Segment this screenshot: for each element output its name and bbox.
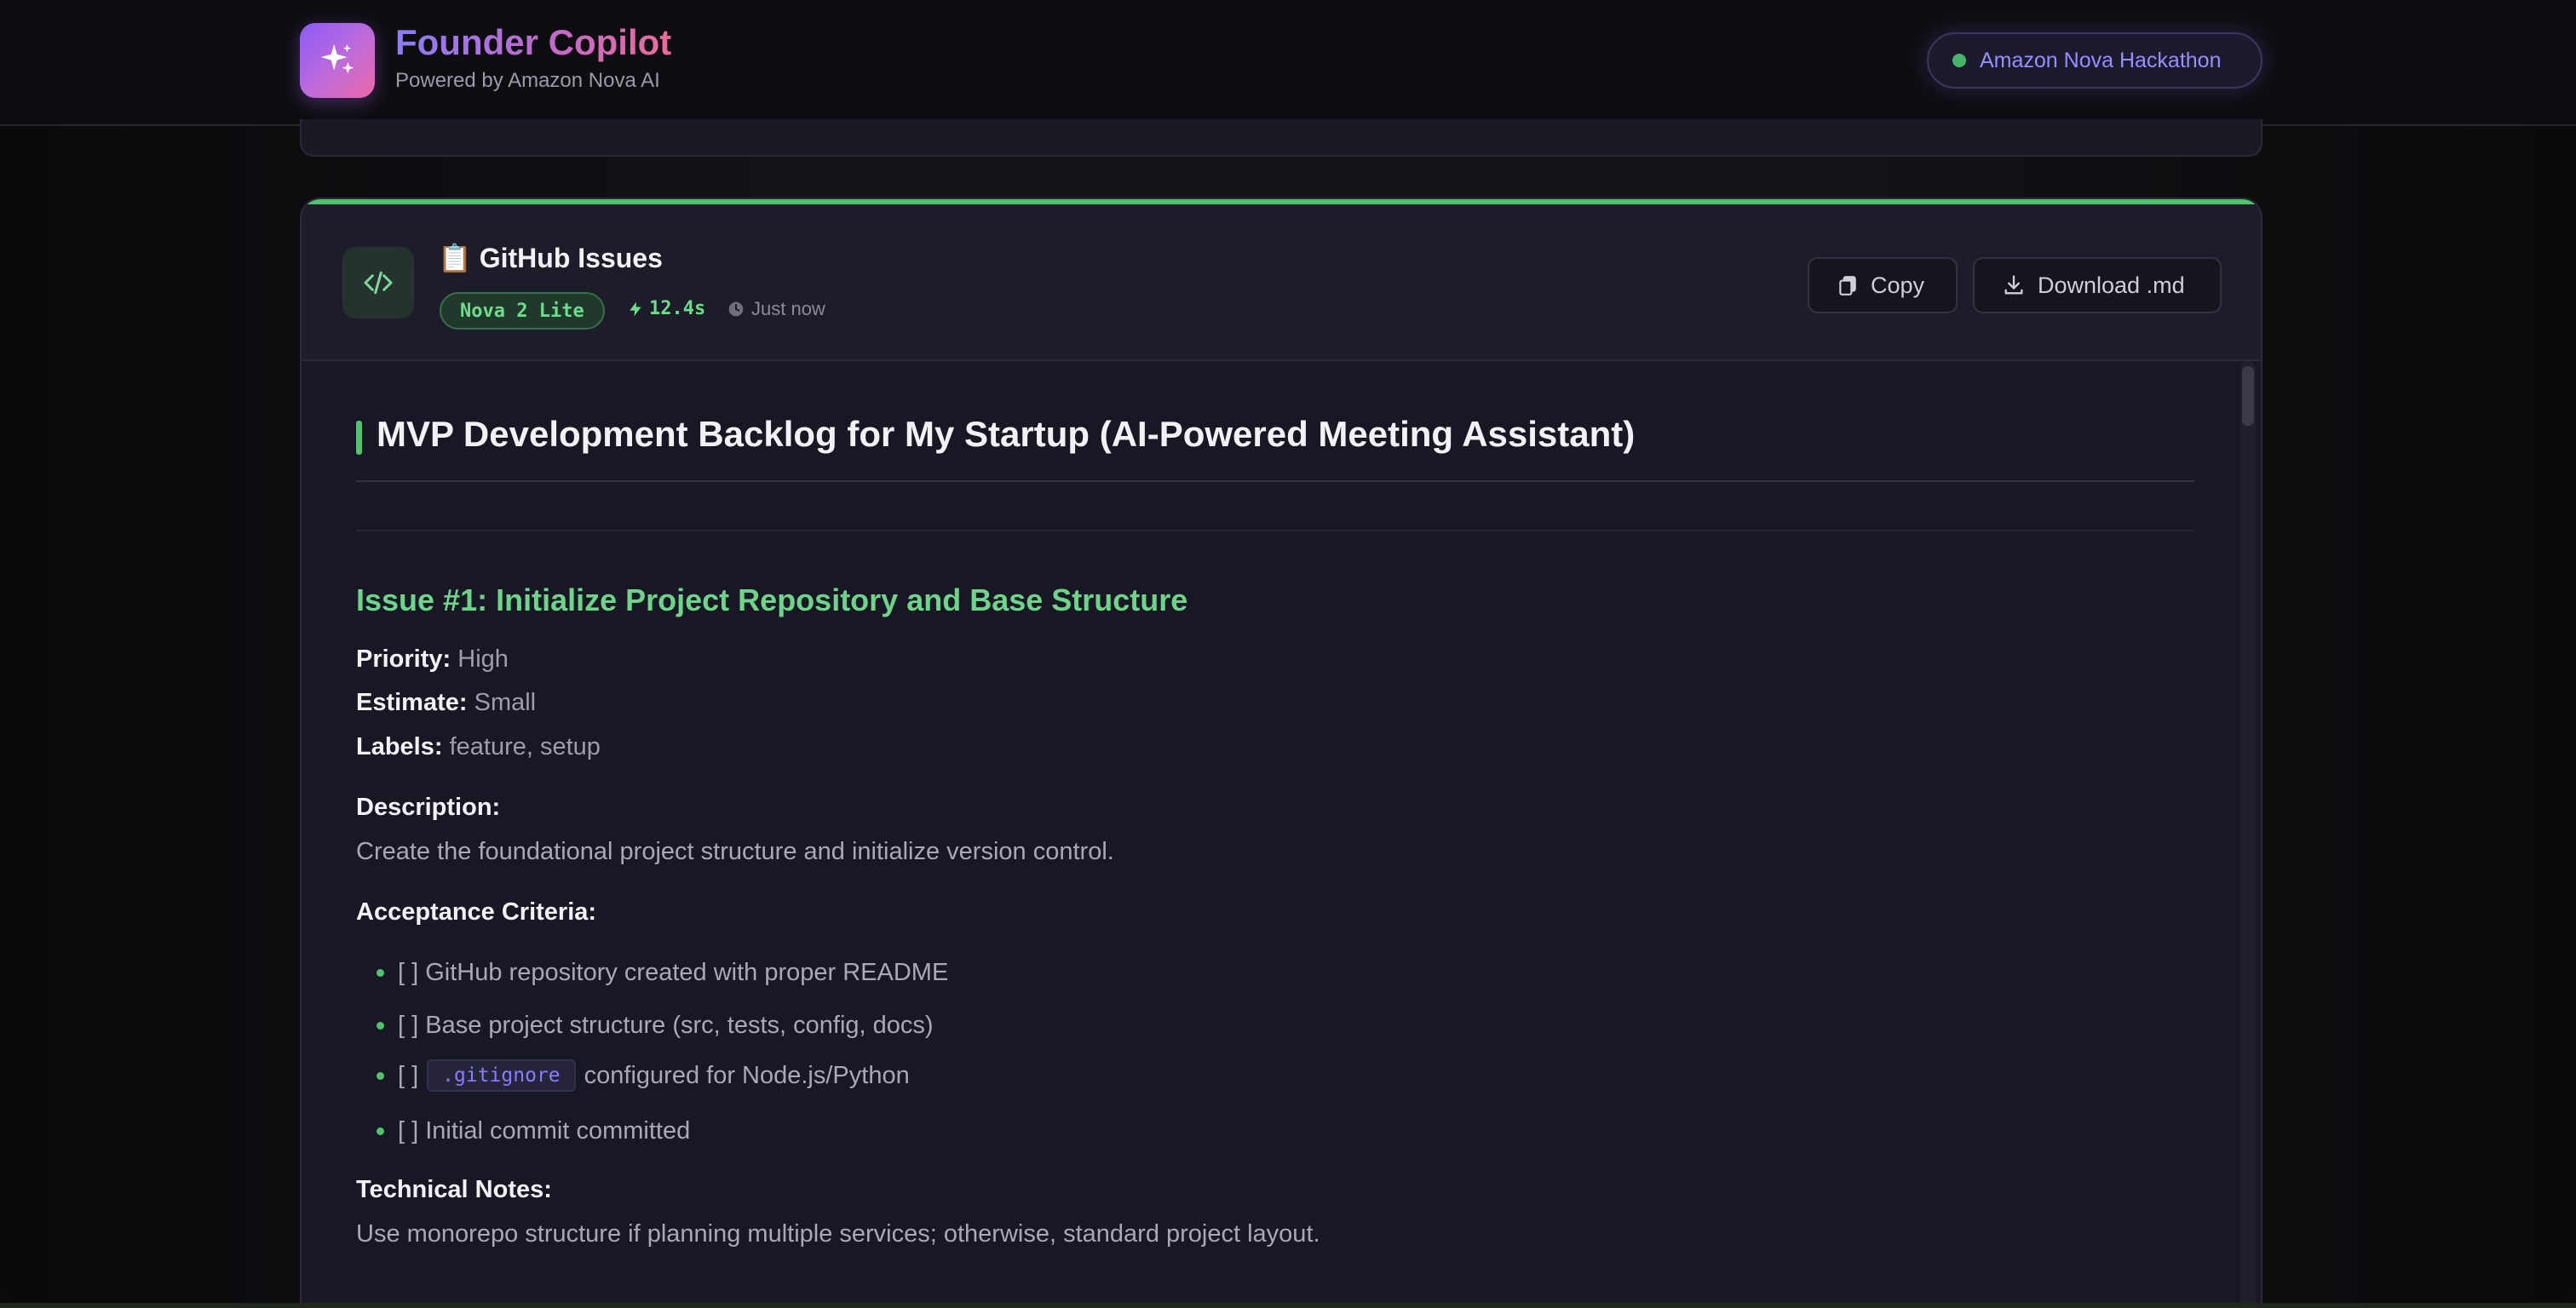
issue-title: Issue #1: Initialize Project Repository … [356,582,1188,617]
card-title: 📋 GitHub Issues [438,243,663,273]
bullet-icon [377,969,384,977]
clipboard-icon [1839,276,1856,295]
brand-title: Founder Copilot [395,22,672,62]
estimate-label: Estimate: [356,689,468,716]
criteria-item: [ ] GitHub repository created with prope… [377,959,948,987]
sparkles-logo-icon [300,23,375,98]
criteria-item: [ ] Initial commit committed [377,1117,690,1145]
brand-subtitle: Powered by Amazon Nova AI [395,69,660,92]
labels-line: Labels: feature, setup [356,733,601,761]
card-header: 📋 GitHub Issues Nova 2 Lite 12.4s Just n… [302,204,2261,361]
lightning-icon [630,301,641,316]
content-scrollbar[interactable] [2240,361,2256,1303]
download-button-label: Download .md [2038,272,2185,298]
criteria-text: [ ] Base project structure (src, tests, … [398,1012,934,1039]
generation-time: 12.4s [627,298,705,319]
technical-notes-text: Use monorepo structure if planning multi… [356,1220,1320,1248]
criteria-item: [ ] .gitignore configured for Node.js/Pyth… [377,1059,910,1092]
inline-code: .gitignore [427,1059,576,1092]
description-heading: Description: [356,794,501,821]
previous-result-card [300,119,2263,157]
criteria-text: [ ] Initial commit committed [398,1117,691,1144]
description-text: Create the foundational project structur… [356,838,1114,865]
estimate-line: Estimate: Small [356,689,536,717]
result-card-github-issues: 📋 GitHub Issues Nova 2 Lite 12.4s Just n… [300,198,2263,1303]
labels-label: Labels: [356,733,443,760]
acceptance-criteria-heading: Acceptance Criteria: [356,898,597,926]
criteria-text: [ ] [398,1061,419,1089]
content-scrollbar-thumb[interactable] [2242,366,2254,426]
priority-label: Priority: [356,645,451,673]
priority-line: Priority: High [356,645,509,674]
priority-value: High [457,645,509,673]
copy-button[interactable]: Copy [1808,257,1958,313]
heading-accent-bar [356,421,362,455]
hackathon-badge: Amazon Nova Hackathon [1927,32,2263,89]
code-icon [342,247,414,318]
divider [356,530,2194,531]
clock-icon [728,301,744,317]
model-badge: Nova 2 Lite [440,292,605,330]
criteria-item: [ ] Base project structure (src, tests, … [377,1012,934,1040]
bullet-icon [377,1022,384,1030]
labels-value: feature, setup [449,733,601,760]
document-heading-text: MVP Development Backlog for My Startup (… [377,414,1636,454]
top-header: Founder Copilot Powered by Amazon Nova A… [0,0,2576,126]
timestamp-value: Just now [751,298,825,319]
bullet-icon [377,1127,384,1135]
bottom-edge [0,1303,2576,1308]
document-heading: MVP Development Backlog for My Startup (… [356,412,2194,482]
criteria-text: [ ] GitHub repository created with prope… [398,959,949,986]
criteria-text-suffix: configured for Node.js/Python [584,1061,910,1089]
app-window: Founder Copilot Powered by Amazon Nova A… [0,0,2576,1303]
timestamp: Just now [727,298,825,320]
download-icon [2004,275,2023,295]
estimate-value: Small [474,689,537,716]
markdown-content: MVP Development Backlog for My Startup (… [302,359,2261,1303]
status-dot-icon [1952,54,1966,67]
copy-button-label: Copy [1871,272,1925,298]
download-md-button[interactable]: Download .md [1973,257,2222,313]
technical-notes-heading: Technical Notes: [356,1176,552,1203]
bullet-icon [377,1071,384,1080]
hackathon-badge-label: Amazon Nova Hackathon [1980,48,2222,72]
generation-time-value: 12.4s [649,298,706,319]
